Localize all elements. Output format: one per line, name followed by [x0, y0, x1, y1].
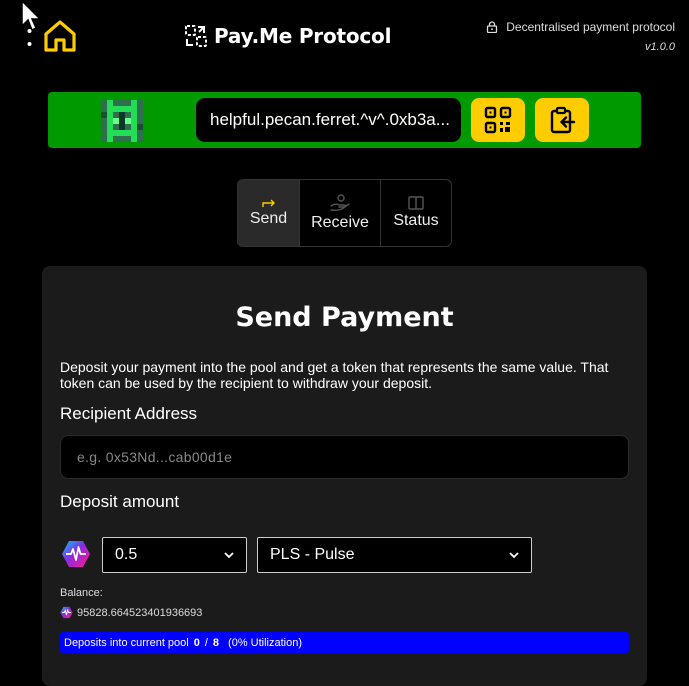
pulse-token-small-icon	[60, 606, 73, 619]
pool-label: Deposits into current pool	[64, 636, 189, 649]
tab-send-label: Send	[249, 210, 288, 227]
chevron-down-icon	[224, 551, 234, 558]
wallet-avatar	[101, 100, 143, 142]
transfer-icon	[185, 25, 207, 47]
tab-send[interactable]: Send	[238, 180, 300, 246]
balance-value: 95828.664523401936693	[77, 606, 203, 619]
pulse-token-icon	[62, 541, 90, 567]
tab-receive-label: Receive	[311, 214, 369, 231]
pool-utilization-bar: Deposits into current pool 0 / 8 (0% Uti…	[60, 632, 629, 653]
app-title: Pay.Me Protocol	[214, 24, 392, 48]
pool-max: 8	[212, 636, 220, 649]
send-description: Deposit your payment into the pool and g…	[60, 359, 609, 391]
tab-status[interactable]: Status	[381, 180, 451, 246]
tagline: Decentralised payment protocol	[486, 20, 675, 34]
wallet-bar: helpful.pecan.ferret.^v^.0xb3a...	[48, 92, 641, 148]
pool-current: 0	[193, 636, 200, 649]
pool-separator: /	[204, 636, 208, 649]
version-label: v1.0.0	[645, 41, 675, 53]
qr-code-icon	[484, 106, 512, 134]
token-select[interactable]: PLS - Pulse	[257, 537, 532, 573]
recipient-label: Recipient Address	[60, 404, 198, 423]
tab-receive[interactable]: Receive	[300, 180, 381, 246]
card-title: Send Payment	[235, 302, 454, 333]
receive-hand-icon	[330, 194, 350, 212]
chevron-down-icon	[509, 551, 519, 558]
tagline-text: Decentralised payment protocol	[506, 20, 675, 34]
tab-status-label: Status	[393, 212, 439, 229]
amount-label: Deposit amount	[60, 492, 180, 511]
send-payment-card: Send Payment Deposit your payment into t…	[42, 266, 647, 686]
pool-utilization: (0% Utilization)	[228, 636, 303, 649]
amount-select[interactable]: 0.5	[102, 537, 247, 573]
mode-tabs: Send Receive Status	[237, 179, 452, 247]
home-icon[interactable]	[42, 18, 78, 54]
menu-dots-icon[interactable]	[27, 28, 32, 48]
qr-code-button[interactable]	[471, 98, 525, 142]
status-book-icon	[408, 196, 424, 210]
clipboard-icon	[550, 106, 576, 134]
send-arrow-icon	[261, 199, 275, 207]
recipient-address-input[interactable]	[60, 435, 629, 479]
token-select-value: PLS - Pulse	[270, 546, 355, 563]
balance-label: Balance:	[60, 587, 103, 599]
lock-icon	[487, 21, 498, 33]
wallet-address: helpful.pecan.ferret.^v^.0xb3a...	[196, 98, 461, 142]
brand: Pay.Me Protocol	[184, 22, 391, 50]
amount-select-value: 0.5	[115, 546, 138, 563]
balance-row: 95828.664523401936693	[60, 606, 202, 619]
paste-button[interactable]	[535, 98, 589, 142]
